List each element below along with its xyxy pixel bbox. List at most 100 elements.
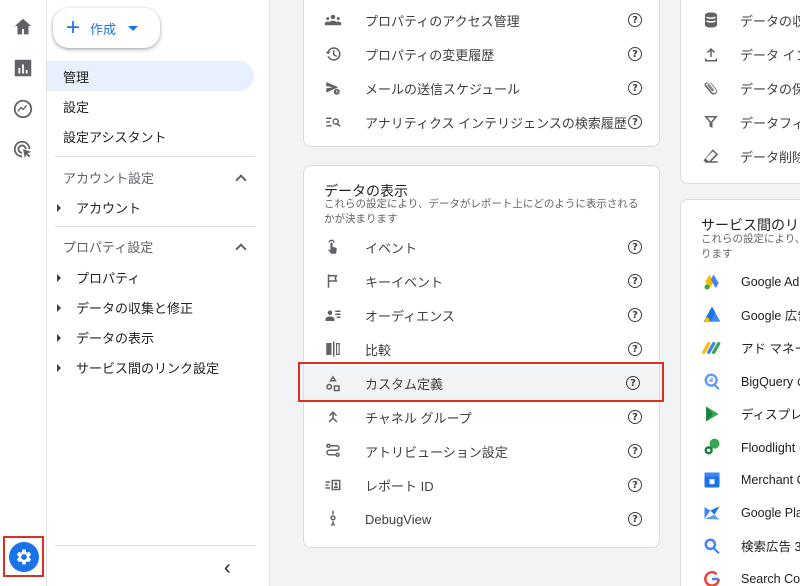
help-icon[interactable]: ? (628, 81, 642, 95)
row-label: 比較 (365, 342, 392, 358)
filter-icon (701, 112, 721, 132)
help-icon[interactable]: ? (628, 410, 642, 424)
link-search-console[interactable]: Search Co (681, 562, 800, 586)
link-label: Google 広告 (741, 309, 800, 323)
data-collection-card: データの収 データ イン データの保 データフィ データ削除 (680, 0, 800, 184)
link-google-ads[interactable]: Google Ad (681, 265, 799, 298)
row-reporting-identity[interactable]: レポート ID ? (304, 468, 661, 502)
row-attribution-settings[interactable]: アトリビューション設定 ? (304, 434, 661, 468)
link-display-video[interactable]: ディスプレ (681, 397, 800, 430)
expand-arrow-icon (57, 333, 61, 342)
row-data-collection[interactable]: データの収 (681, 3, 800, 37)
expand-arrow-icon (57, 363, 61, 372)
tree-item-label: プロパティ (76, 271, 141, 286)
row-intelligence-search-history[interactable]: アナリティクス インテリジェンスの検索履歴 ? (304, 105, 661, 139)
link-label: アド マネー (741, 342, 800, 356)
upload-icon (701, 44, 721, 64)
data-display-card: データの表示 これらの設定により、データがレポート上にどのように表示される かが… (303, 165, 660, 548)
help-icon[interactable]: ? (628, 115, 642, 129)
row-access-management[interactable]: プロパティのアクセス管理 ? (304, 3, 661, 37)
expand-arrow-icon (57, 273, 61, 282)
merchant-center-icon (702, 470, 722, 490)
create-button-label: 作成 (90, 21, 117, 37)
link-bigquery[interactable]: BigQuery の (681, 364, 800, 397)
account-section-header[interactable]: アカウント設定 (63, 168, 247, 187)
row-scheduled-emails[interactable]: メールの送信スケジュール ? (304, 71, 661, 105)
link-ad-manager[interactable]: アド マネー (681, 331, 800, 364)
tree-item-label: サービス間のリンク設定 (76, 361, 220, 376)
link-label: Google Pla (741, 505, 800, 520)
merge-icon (323, 407, 343, 427)
debug-icon (323, 509, 343, 529)
search-history-icon (323, 112, 343, 132)
admin-nav: + 作成 管理 設定 設定アシスタント アカウント設定 アカウント プロパティ設… (47, 0, 270, 586)
help-icon[interactable]: ? (628, 13, 642, 27)
link-google-play[interactable]: Google Pla (681, 496, 800, 529)
google-ad-manager-icon (702, 305, 722, 325)
create-button[interactable]: + 作成 (53, 8, 160, 48)
row-comparisons[interactable]: 比較 ? (304, 332, 661, 366)
row-label: オーディエンス (365, 308, 455, 324)
row-data-import[interactable]: データ イン (681, 37, 800, 71)
divider (55, 545, 255, 546)
row-key-events[interactable]: キーイベント ? (304, 264, 661, 298)
account-section-title: アカウント設定 (63, 171, 155, 186)
home-icon[interactable] (8, 12, 38, 42)
row-debugview[interactable]: DebugView ? (304, 502, 661, 536)
help-icon[interactable]: ? (628, 478, 642, 492)
row-label: プロパティの変更履歴 (365, 47, 495, 63)
tree-item-label: データの表示 (76, 331, 155, 346)
row-label: アナリティクス インテリジェンスの検索履歴 (365, 115, 627, 131)
advertising-icon[interactable] (8, 135, 38, 165)
tree-item-property[interactable]: プロパティ (57, 268, 140, 287)
desc-line: これらの設定により、データがレポート上にどのように表示される (324, 198, 639, 210)
help-icon[interactable]: ? (628, 342, 642, 356)
link-label: Search Co (741, 571, 800, 586)
help-icon[interactable]: ? (628, 308, 642, 322)
link-search-ads-360[interactable]: 検索広告 36 (681, 529, 800, 562)
help-icon[interactable]: ? (628, 444, 642, 458)
desc-line: ります (701, 248, 733, 260)
row-change-history[interactable]: プロパティの変更履歴 ? (304, 37, 661, 71)
help-icon[interactable]: ? (628, 512, 642, 526)
row-label: イベント (365, 240, 418, 256)
row-data-deletion[interactable]: データ削除 (681, 139, 800, 173)
tree-item-account[interactable]: アカウント (57, 198, 141, 217)
help-icon[interactable]: ? (628, 47, 642, 61)
card-description: これらの設定により、 ります (701, 232, 800, 262)
property-settings-card: プロパティのアクセス管理 ? プロパティの変更履歴 ? メールの送信スケジュール… (303, 0, 660, 147)
property-section-header[interactable]: プロパティ設定 (63, 237, 247, 256)
nav-item-setup-assistant[interactable]: 設定アシスタント (47, 121, 254, 151)
expand-arrow-icon (57, 203, 61, 212)
help-icon[interactable]: ? (628, 274, 642, 288)
settings-button[interactable] (3, 536, 44, 577)
tree-item-data-display[interactable]: データの表示 (57, 328, 154, 347)
link-floodlight[interactable]: Floodlight の (681, 430, 800, 463)
nav-item-settings[interactable]: 設定 (47, 91, 254, 121)
ad-manager-icon (702, 338, 722, 358)
tree-item-product-links[interactable]: サービス間のリンク設定 (57, 358, 219, 377)
divider (55, 226, 255, 227)
audience-icon (323, 305, 343, 325)
scheduled-send-icon (323, 78, 343, 98)
link-label: 検索広告 36 (741, 540, 800, 554)
reports-icon[interactable] (8, 53, 38, 83)
card-description: これらの設定により、データがレポート上にどのように表示される かが決まります (324, 197, 638, 227)
collapse-nav-button[interactable]: ‹ (224, 557, 231, 580)
tree-item-data-collection[interactable]: データの収集と修正 (57, 298, 193, 317)
nav-item-admin[interactable]: 管理 (47, 61, 254, 91)
bigquery-icon (702, 371, 722, 391)
explore-icon[interactable] (8, 94, 38, 124)
link-merchant-center[interactable]: Merchant C (681, 463, 800, 496)
tree-item-label: アカウント (76, 201, 142, 216)
help-icon[interactable]: ? (628, 240, 642, 254)
row-data-retention[interactable]: データの保 (681, 71, 800, 105)
people-icon (323, 10, 343, 30)
desc-line: かが決まります (324, 213, 398, 225)
row-audiences[interactable]: オーディエンス ? (304, 298, 661, 332)
link-google-ad-manager[interactable]: Google 広告 (681, 298, 800, 331)
link-label: Merchant C (741, 472, 800, 487)
row-data-filters[interactable]: データフィ (681, 105, 800, 139)
row-events[interactable]: イベント ? (304, 230, 661, 264)
row-channel-groups[interactable]: チャネル グループ ? (304, 400, 661, 434)
